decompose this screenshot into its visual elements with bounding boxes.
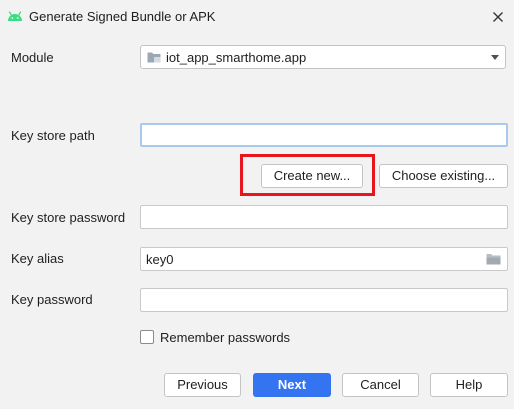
- cancel-button[interactable]: Cancel: [342, 373, 419, 397]
- module-value: iot_app_smarthome.app: [166, 50, 307, 65]
- next-button[interactable]: Next: [253, 373, 331, 397]
- remember-passwords-label[interactable]: Remember passwords: [160, 330, 290, 345]
- remember-passwords-checkbox[interactable]: [140, 330, 154, 344]
- create-new-button[interactable]: Create new...: [261, 164, 363, 188]
- title-bar: Generate Signed Bundle or APK: [0, 0, 514, 34]
- chevron-down-icon: [491, 55, 499, 60]
- help-button[interactable]: Help: [430, 373, 508, 397]
- dialog-title: Generate Signed Bundle or APK: [29, 9, 216, 24]
- key-store-password-label: Key store password: [11, 210, 126, 225]
- key-alias-input[interactable]: [141, 248, 471, 270]
- key-store-path-label: Key store path: [11, 128, 95, 143]
- module-dropdown[interactable]: iot_app_smarthome.app: [140, 45, 506, 69]
- key-alias-label: Key alias: [11, 251, 64, 266]
- close-icon: [493, 12, 503, 22]
- key-alias-field: [140, 247, 508, 271]
- previous-button[interactable]: Previous: [164, 373, 241, 397]
- key-password-label: Key password: [11, 292, 93, 307]
- signed-bundle-dialog: Generate Signed Bundle or APK Module iot…: [0, 0, 514, 409]
- android-icon: [8, 11, 22, 21]
- key-password-input[interactable]: [140, 288, 508, 312]
- close-button[interactable]: [486, 6, 510, 28]
- module-label: Module: [11, 50, 54, 65]
- folder-icon[interactable]: [486, 253, 501, 265]
- key-store-password-input[interactable]: [140, 205, 508, 229]
- choose-existing-button[interactable]: Choose existing...: [379, 164, 508, 188]
- key-store-path-input[interactable]: [140, 123, 508, 147]
- module-folder-icon: [147, 52, 161, 63]
